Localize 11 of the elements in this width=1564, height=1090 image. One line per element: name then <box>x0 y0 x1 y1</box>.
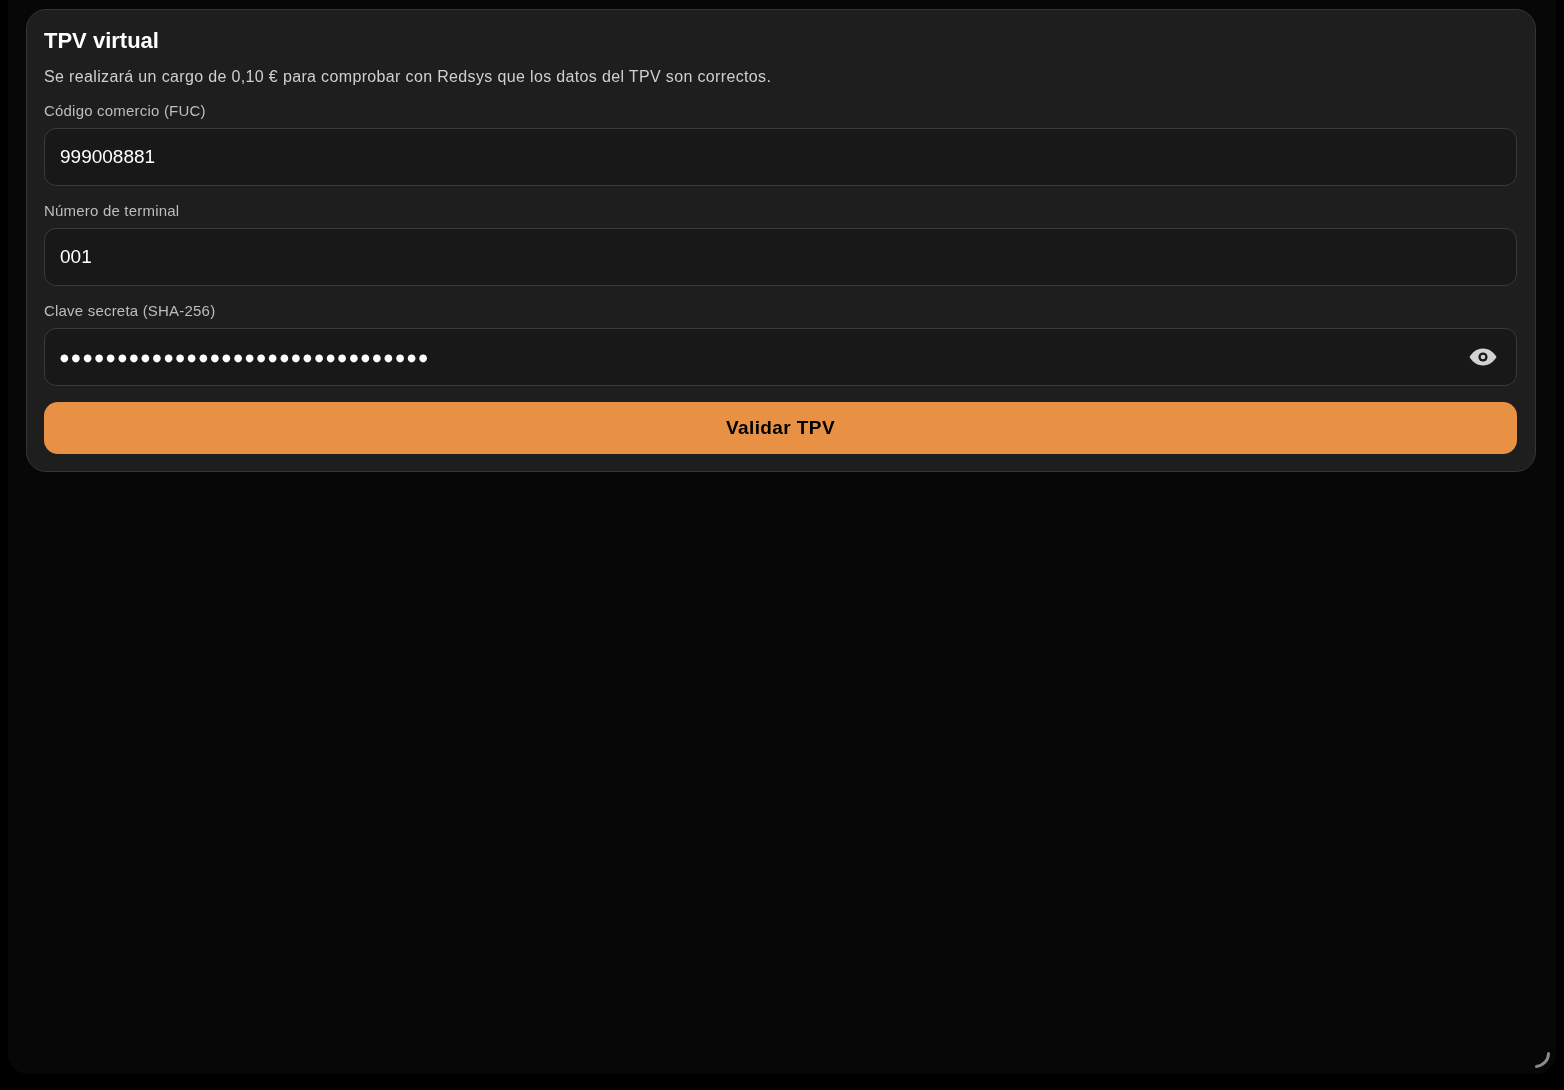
resize-grip-icon[interactable] <box>1533 1051 1551 1069</box>
input-field[interactable]: 999008881 <box>44 128 1517 186</box>
eye-icon[interactable] <box>1469 348 1497 366</box>
field-label: Clave secreta (SHA-256) <box>44 302 216 320</box>
field-label: Número de terminal <box>44 202 180 220</box>
card-description: Se realizará un cargo de 0,10 € para comprobar con Redsys que los datos del TPV son correctos. <box>44 67 772 87</box>
validate-button[interactable]: Validar TPV <box>44 402 1517 454</box>
card-title: TPV virtual <box>44 27 159 55</box>
field-label: Código comercio (FUC) <box>44 102 206 120</box>
password-field[interactable]: ●●●●●●●●●●●●●●●●●●●●●●●●●●●●●●●● <box>44 328 1517 386</box>
input-field[interactable]: 001 <box>44 228 1517 286</box>
